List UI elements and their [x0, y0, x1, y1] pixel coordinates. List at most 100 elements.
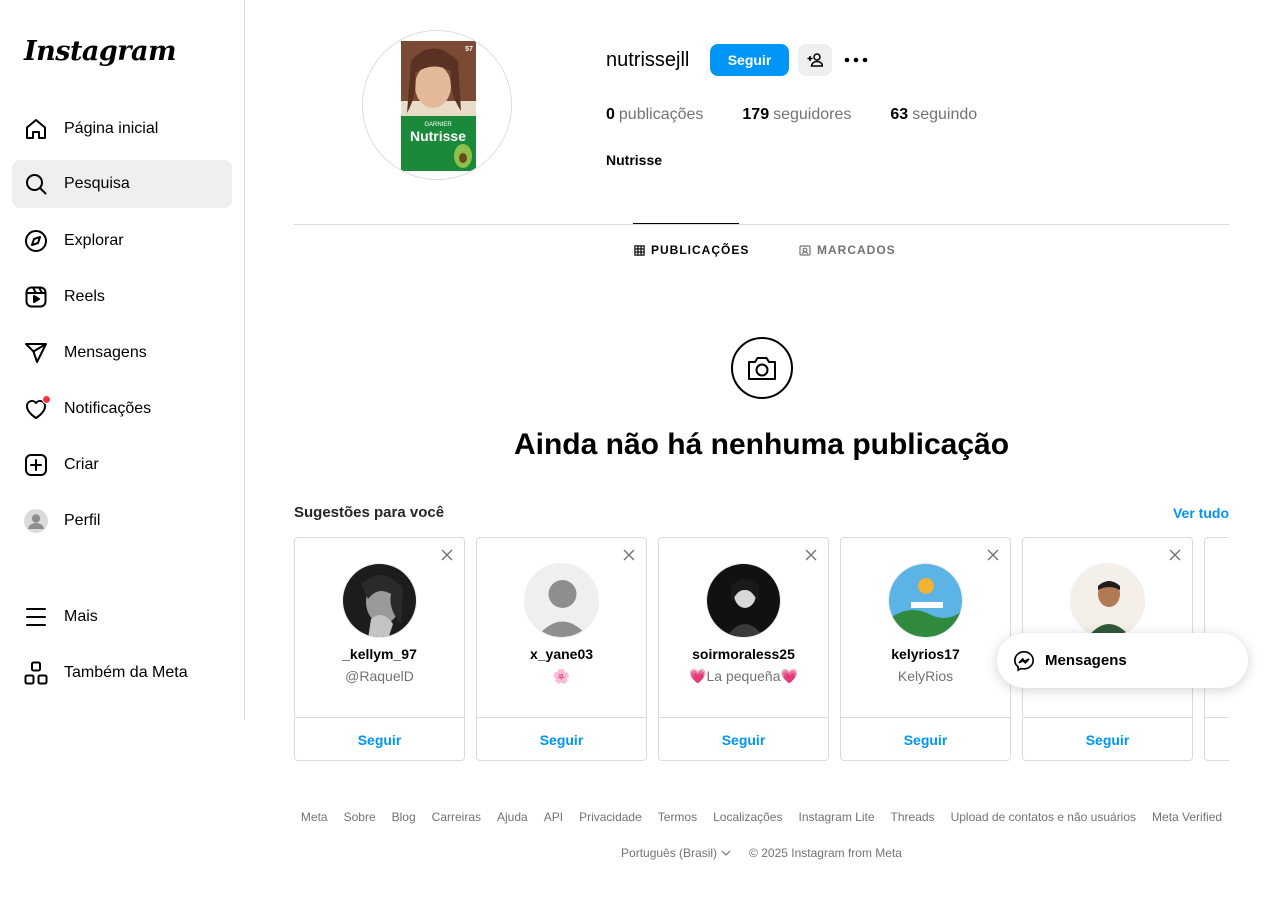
footer-link[interactable]: Termos: [658, 810, 697, 824]
home-icon: [24, 117, 48, 141]
suggest-users-button[interactable]: [798, 44, 832, 76]
follow-button[interactable]: Seguir: [710, 44, 789, 76]
following-label: seguindo: [912, 106, 978, 123]
grid-icon: [634, 244, 645, 256]
sidebar-item-label: Página inicial: [64, 120, 159, 137]
tab-tagged[interactable]: MARCADOS: [799, 243, 896, 257]
sidebar-item-label: Reels: [64, 288, 105, 305]
instagram-logo[interactable]: Instagram: [24, 36, 177, 67]
sidebar-item-reels[interactable]: Reels: [12, 273, 232, 321]
close-icon[interactable]: [986, 548, 1000, 562]
sidebar-item-notifications[interactable]: Notificações: [12, 385, 232, 433]
tab-publications[interactable]: PUBLICAÇÕES: [634, 243, 749, 257]
suggestion-follow-button[interactable]: Seguir: [295, 717, 464, 761]
close-icon[interactable]: [804, 548, 818, 562]
suggestion-username[interactable]: soirmoraless25: [659, 646, 828, 662]
send-icon: [24, 341, 48, 365]
avatar-shade-text: 57: [465, 46, 473, 53]
sidebar-item-meta[interactable]: Também da Meta: [12, 649, 232, 697]
add-user-icon: [807, 53, 823, 67]
tab-label: PUBLICAÇÕES: [651, 243, 750, 257]
sidebar-item-home[interactable]: Página inicial: [12, 105, 232, 153]
suggestion-card: soirmoraless25 💗La pequeña💗 Seguir: [658, 537, 829, 761]
heart-icon: [24, 395, 51, 421]
followers-count: 179: [742, 106, 770, 123]
notification-dot: [42, 395, 51, 404]
chevron-down-icon: [721, 850, 731, 856]
language-label: Português (Brasil): [621, 846, 718, 860]
suggestion-username[interactable]: kelyrios17: [841, 646, 1010, 662]
suggestion-follow-button[interactable]: Seguir: [477, 717, 646, 761]
suggestion-subtitle: 💗La pequeña💗: [689, 668, 798, 684]
suggestion-subtitle: @RaquelD: [345, 668, 414, 684]
suggestion-card: kelyrios17 KelyRios Seguir: [840, 537, 1011, 761]
followers-stat[interactable]: 179 seguidores: [742, 106, 851, 124]
search-icon: [24, 172, 48, 196]
sidebar-item-more[interactable]: Mais: [12, 593, 232, 641]
close-icon[interactable]: [622, 548, 636, 562]
suggestion-avatar[interactable]: [1070, 563, 1145, 638]
sidebar-item-label: Notificações: [64, 400, 152, 417]
sidebar-item-create[interactable]: Criar: [12, 441, 232, 489]
language-selector[interactable]: Português (Brasil): [621, 846, 731, 860]
footer-link[interactable]: Meta Verified: [1152, 810, 1222, 824]
footer-link[interactable]: Localizações: [713, 810, 782, 824]
suggestion-subtitle: 🌸: [552, 668, 571, 684]
tagged-icon: [799, 245, 811, 256]
profile-avatar[interactable]: GARNIER Nutrisse 57: [362, 30, 512, 180]
suggestion-subtitle: KelyRios: [897, 668, 954, 684]
profile-stats: 0 publicações 179 seguidores 63 seguindo: [606, 106, 977, 124]
suggestion-username[interactable]: _kellym_97: [295, 646, 464, 662]
close-icon[interactable]: [440, 548, 454, 562]
sidebar-item-profile[interactable]: Perfil: [12, 497, 232, 545]
footer-link[interactable]: Privacidade: [579, 810, 642, 824]
sidebar-item-search[interactable]: Pesquisa: [12, 160, 232, 208]
suggestion-follow-button[interactable]: Seguir: [841, 717, 1010, 761]
suggestion-username[interactable]: x_yane03: [477, 646, 646, 662]
suggestion-card: _kellym_97 @RaquelD Seguir: [294, 537, 465, 761]
footer-link[interactable]: Upload de contatos e não usuários: [951, 810, 1136, 824]
suggestions-title: Sugestões para você: [294, 504, 445, 521]
footer-link[interactable]: Blog: [392, 810, 416, 824]
suggestion-avatar[interactable]: [888, 563, 963, 638]
footer-links: Meta Sobre Blog Carreiras Ajuda API Priv…: [294, 810, 1229, 824]
footer-bottom: Português (Brasil) © 2025 Instagram from…: [294, 846, 1229, 860]
more-options-button[interactable]: [842, 46, 870, 74]
reels-icon: [24, 285, 48, 309]
footer-link[interactable]: Meta: [301, 810, 328, 824]
footer-link[interactable]: Threads: [891, 810, 935, 824]
suggestion-follow-button[interactable]: Seguir: [659, 717, 828, 761]
posts-stat: 0 publicações: [606, 106, 703, 124]
suggestion-avatar[interactable]: [706, 563, 781, 638]
ellipsis-icon: [844, 57, 868, 63]
suggestion-avatar[interactable]: [342, 563, 417, 638]
sidebar-item-label: Criar: [64, 456, 99, 473]
following-stat[interactable]: 63 seguindo: [890, 106, 977, 124]
suggestion-follow-button[interactable]: Seguir: [1023, 717, 1192, 761]
footer-link[interactable]: Sobre: [344, 810, 376, 824]
footer-link[interactable]: Carreiras: [432, 810, 481, 824]
compass-icon: [24, 229, 48, 253]
messages-pill-label: Mensagens: [1045, 652, 1127, 669]
see-all-link[interactable]: Ver tudo: [1173, 505, 1229, 521]
suggestion-avatar[interactable]: [524, 563, 599, 638]
posts-label: publicações: [618, 106, 704, 123]
close-icon[interactable]: [1168, 548, 1182, 562]
messages-pill[interactable]: Mensagens: [997, 633, 1248, 688]
posts-count: 0: [606, 106, 615, 123]
footer-link[interactable]: Instagram Lite: [798, 810, 874, 824]
product-box-image: GARNIER Nutrisse 57: [363, 31, 511, 179]
sidebar-item-explore[interactable]: Explorar: [12, 217, 232, 265]
tab-label: MARCADOS: [817, 243, 896, 257]
tabs-divider: [294, 224, 1229, 225]
sidebar-item-label: Pesquisa: [64, 175, 130, 192]
suggestion-card: x_yane03 🌸 Seguir: [476, 537, 647, 761]
footer-link[interactable]: Ajuda: [497, 810, 528, 824]
footer-link[interactable]: API: [544, 810, 563, 824]
profile-username: nutrissejll: [606, 49, 690, 71]
meta-apps-icon: [24, 661, 48, 685]
sidebar: Instagram Página inicial Pesquisa Explor…: [0, 0, 245, 720]
suggestion-follow-button[interactable]: [1205, 717, 1229, 761]
avatar-icon: [24, 509, 48, 533]
sidebar-item-messages[interactable]: Mensagens: [12, 329, 232, 377]
